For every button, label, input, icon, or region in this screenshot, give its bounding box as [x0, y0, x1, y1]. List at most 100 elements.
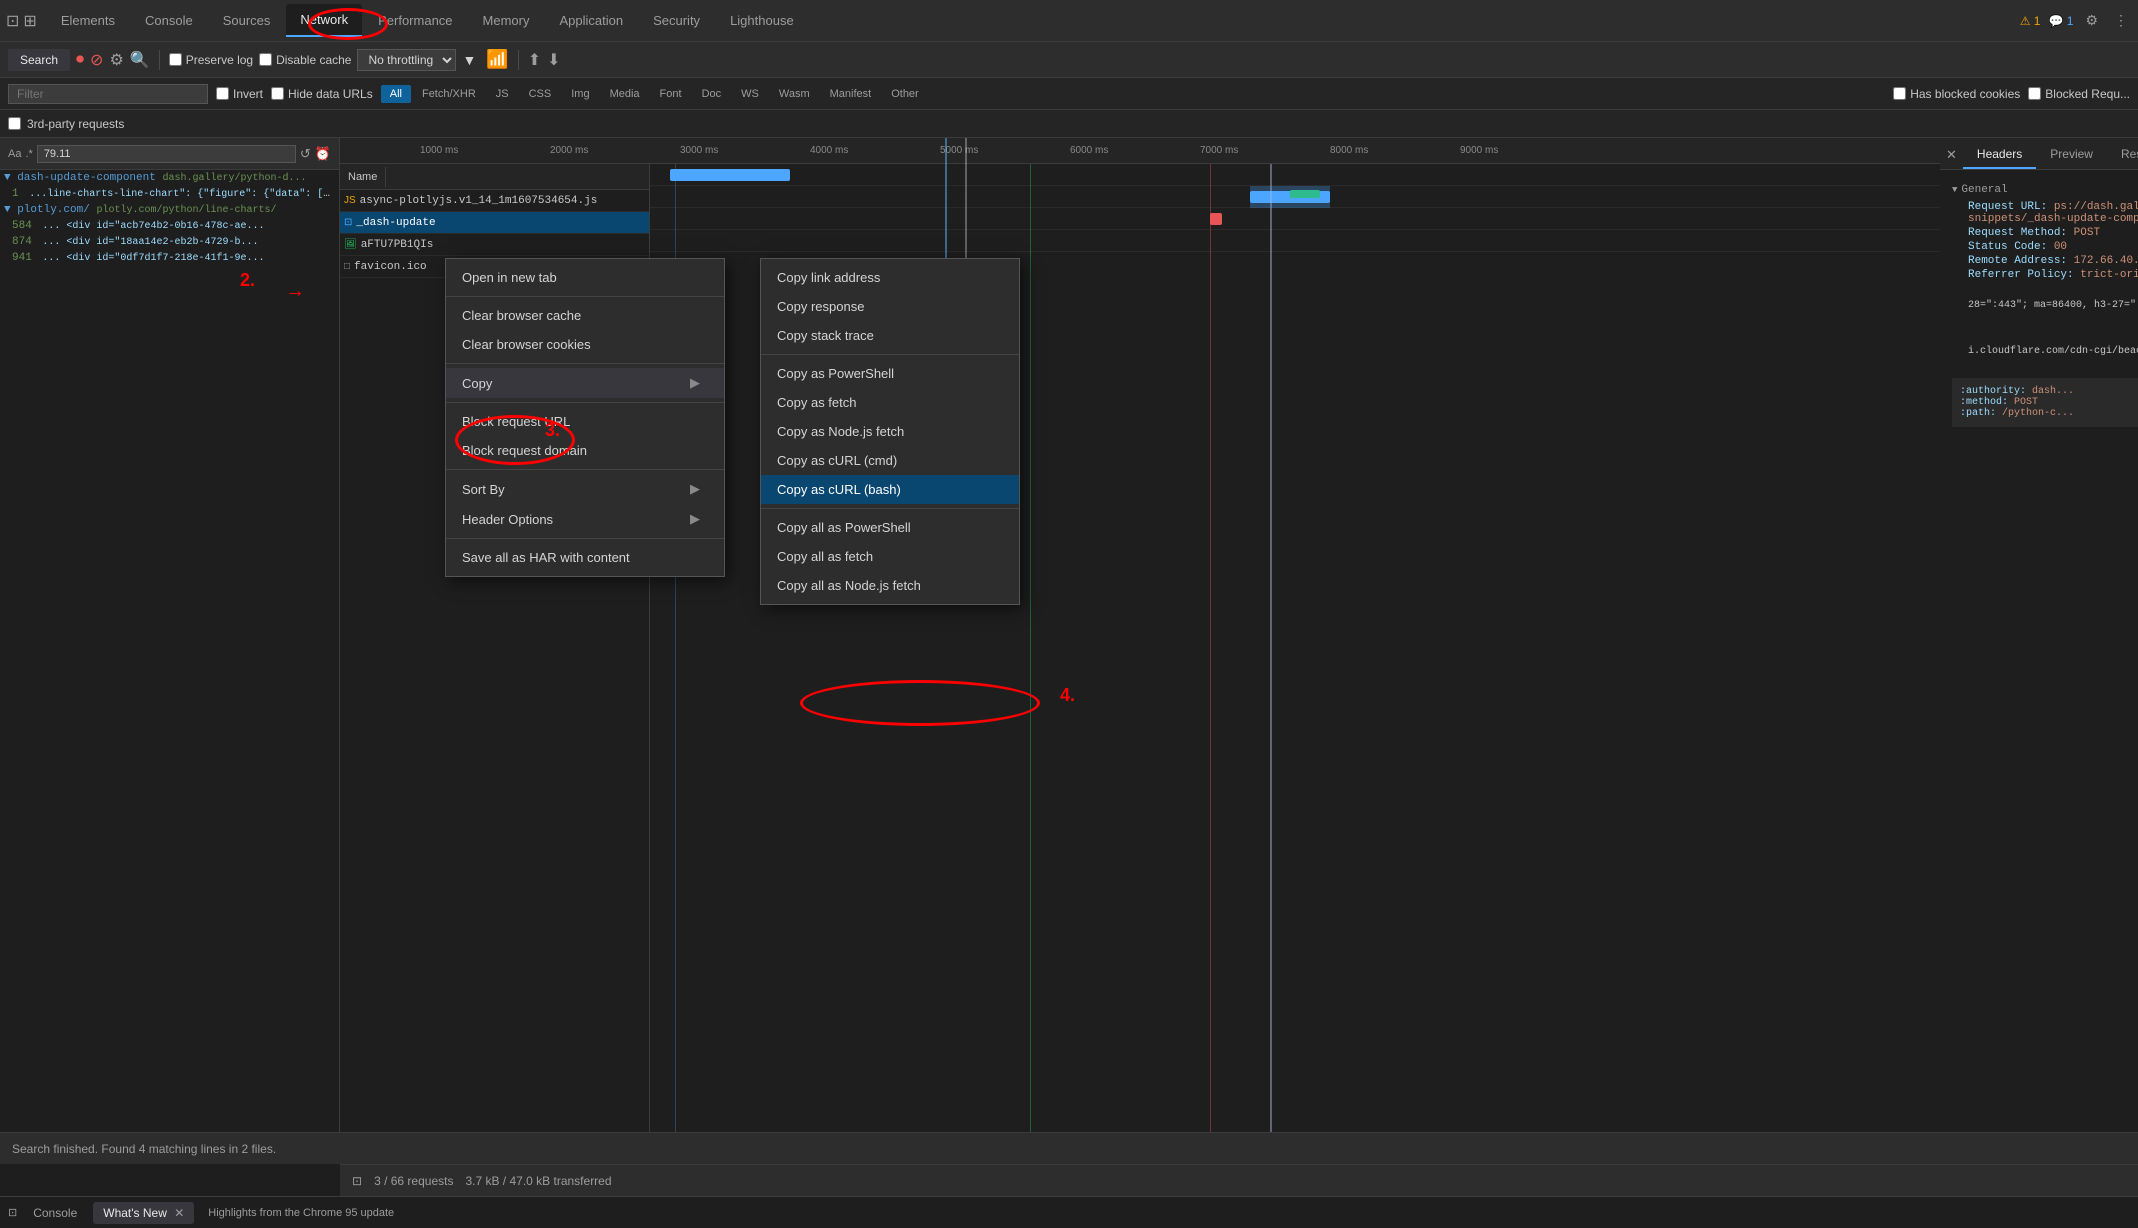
type-btn-wasm[interactable]: Wasm	[770, 85, 819, 103]
type-btn-fetch-xhr[interactable]: Fetch/XHR	[413, 85, 485, 103]
tab-performance[interactable]: Performance	[364, 5, 466, 36]
ctx-divider-4	[446, 469, 724, 470]
tab-security[interactable]: Security	[639, 5, 714, 36]
more-icon[interactable]: ⋮	[2110, 8, 2132, 33]
req-item-dash-update[interactable]: ⊡ _dash-update	[340, 212, 649, 234]
ctx-copy-link-address[interactable]: Copy link address	[761, 263, 1019, 292]
whats-new-close-icon[interactable]: ✕	[174, 1206, 184, 1220]
devtools-tab-bar: ⊡ ⊞ Elements Console Sources Network Per…	[0, 0, 2138, 42]
ctx-copy-as-fetch[interactable]: Copy as fetch	[761, 388, 1019, 417]
spacer1	[1952, 312, 2138, 344]
has-blocked-cookies-checkbox[interactable]: Has blocked cookies	[1893, 87, 2020, 101]
ctx-clear-cookies[interactable]: Clear browser cookies	[446, 330, 724, 359]
ctx-clear-cache[interactable]: Clear browser cache	[446, 301, 724, 330]
details-close-btn[interactable]: ✕	[1940, 141, 1963, 169]
requests-icon[interactable]: ⊡	[352, 1174, 362, 1188]
aa-btn[interactable]: Aa	[8, 148, 21, 160]
copy-divider-2	[761, 508, 1019, 509]
ctx-copy-all-fetch[interactable]: Copy all as fetch	[761, 542, 1019, 571]
search-icon[interactable]: 🔍	[130, 50, 150, 70]
ctx-open-new-tab[interactable]: Open in new tab	[446, 263, 724, 292]
type-btn-doc[interactable]: Doc	[693, 85, 731, 103]
general-section-header: General	[1952, 184, 2138, 196]
console-error-icon[interactable]: ⊡	[8, 1206, 17, 1219]
copy-submenu[interactable]: Copy link address Copy response Copy sta…	[760, 258, 1020, 605]
whats-new-tab[interactable]: What's New ✕	[93, 1202, 194, 1224]
type-btn-manifest[interactable]: Manifest	[821, 85, 881, 103]
filter-input[interactable]	[8, 84, 208, 104]
tree-item-line-874[interactable]: 874 ... <div id="18aa14e2-eb2b-4729-b...	[0, 234, 339, 250]
toolbar-divider-1	[159, 50, 160, 70]
ctx-copy[interactable]: Copy ▶	[446, 368, 724, 398]
third-party-bar: 3rd-party requests	[0, 110, 2138, 138]
ctx-copy-as-nodejs-fetch[interactable]: Copy as Node.js fetch	[761, 417, 1019, 446]
filter-icon[interactable]: ⚙	[109, 50, 123, 70]
console-tab[interactable]: Console	[23, 1202, 87, 1224]
ctx-block-url[interactable]: Block request URL	[446, 407, 724, 436]
type-btn-css[interactable]: CSS	[520, 85, 561, 103]
type-btn-js[interactable]: JS	[487, 85, 518, 103]
settings-icon[interactable]: ⚙	[2081, 8, 2102, 33]
source-tree: ▼ dash-update-component dash.gallery/pyt…	[0, 170, 339, 1164]
download-icon[interactable]: ⬇	[547, 50, 560, 70]
hide-data-urls-checkbox[interactable]: Hide data URLs	[271, 87, 373, 101]
tab-network[interactable]: Network	[286, 4, 362, 37]
ctx-divider-2	[446, 363, 724, 364]
devtools-icon[interactable]: ⊞	[23, 11, 36, 31]
ctx-copy-response[interactable]: Copy response	[761, 292, 1019, 321]
ctx-block-domain[interactable]: Block request domain	[446, 436, 724, 465]
ctx-save-har[interactable]: Save all as HAR with content	[446, 543, 724, 572]
tab-memory[interactable]: Memory	[469, 5, 544, 36]
type-btn-media[interactable]: Media	[601, 85, 649, 103]
preserve-log-checkbox[interactable]: Preserve log	[169, 53, 253, 67]
stop-recording-icon[interactable]: ⏺	[76, 51, 84, 69]
ctx-copy-as-curl-bash[interactable]: Copy as cURL (bash)	[761, 475, 1019, 504]
regex-btn[interactable]: .*	[25, 148, 32, 160]
type-btn-img[interactable]: Img	[562, 85, 598, 103]
clear-icon[interactable]: ⊘	[90, 50, 103, 70]
req-item-plotlyjs[interactable]: JS async-plotlyjs.v1_14_1m1607534654.js	[340, 190, 649, 212]
ctx-copy-as-curl-cmd[interactable]: Copy as cURL (cmd)	[761, 446, 1019, 475]
wf-line-green	[1030, 164, 1031, 1164]
throttle-select[interactable]: No throttling	[357, 49, 456, 71]
throttle-down-icon[interactable]: ▼	[462, 52, 476, 68]
ctx-copy-as-powershell[interactable]: Copy as PowerShell	[761, 359, 1019, 388]
search-text-input[interactable]	[37, 145, 296, 163]
ctx-copy-stack-trace[interactable]: Copy stack trace	[761, 321, 1019, 350]
req-item-aftub[interactable]: 🖼 aFTU7PB1QIs	[340, 234, 649, 256]
status-finish-text: Search finished. Found 4 matching lines …	[12, 1142, 276, 1156]
ctx-sort-by[interactable]: Sort By ▶	[446, 474, 724, 504]
ctx-copy-all-nodejs-fetch[interactable]: Copy all as Node.js fetch	[761, 571, 1019, 600]
upload-icon[interactable]: ⬆	[528, 50, 541, 70]
type-btn-ws[interactable]: WS	[732, 85, 768, 103]
detail-method: Request Method: POST	[1952, 226, 2138, 240]
third-party-checkbox[interactable]	[8, 117, 21, 130]
detail-status: Status Code: 00	[1952, 240, 2138, 254]
tab-application[interactable]: Application	[545, 5, 637, 36]
ctx-copy-all-powershell[interactable]: Copy all as PowerShell	[761, 513, 1019, 542]
tab-elements[interactable]: Elements	[47, 5, 129, 36]
tab-response[interactable]: Response	[2107, 141, 2138, 169]
search-button[interactable]: Search	[8, 49, 70, 71]
type-btn-all[interactable]: All	[381, 85, 411, 103]
invert-checkbox[interactable]: Invert	[216, 87, 263, 101]
tab-lighthouse[interactable]: Lighthouse	[716, 5, 808, 36]
context-menu[interactable]: Open in new tab Clear browser cache Clea…	[445, 258, 725, 577]
tree-item-line-941[interactable]: 941 ... <div id="0df7d1f7-218e-41f1-9e..…	[0, 250, 339, 266]
tab-console[interactable]: Console	[131, 5, 207, 36]
page-icon[interactable]: ⊡	[6, 11, 19, 31]
type-btn-other[interactable]: Other	[882, 85, 928, 103]
tab-sources[interactable]: Sources	[209, 5, 285, 36]
tree-item-line-584[interactable]: 584 ... <div id="acb7e4b2-0b16-478c-ae..…	[0, 218, 339, 234]
tree-item-plotly[interactable]: ▼ plotly.com/ plotly.com/python/line-cha…	[0, 202, 339, 218]
refresh-search-icon[interactable]: ↺	[300, 146, 311, 162]
ctx-header-options[interactable]: Header Options ▶	[446, 504, 724, 534]
tab-headers[interactable]: Headers	[1963, 141, 2036, 169]
blocked-requ-checkbox[interactable]: Blocked Requ...	[2028, 87, 2130, 101]
tree-item-dash-update[interactable]: ▼ dash-update-component dash.gallery/pyt…	[0, 170, 339, 186]
disable-cache-checkbox[interactable]: Disable cache	[259, 53, 351, 67]
tree-item-line-1[interactable]: 1 ...line-charts-line-chart": {"figure":…	[0, 186, 339, 202]
tab-preview[interactable]: Preview	[2036, 141, 2107, 169]
type-btn-font[interactable]: Font	[651, 85, 691, 103]
clock-search-icon[interactable]: ⏰	[315, 146, 331, 162]
